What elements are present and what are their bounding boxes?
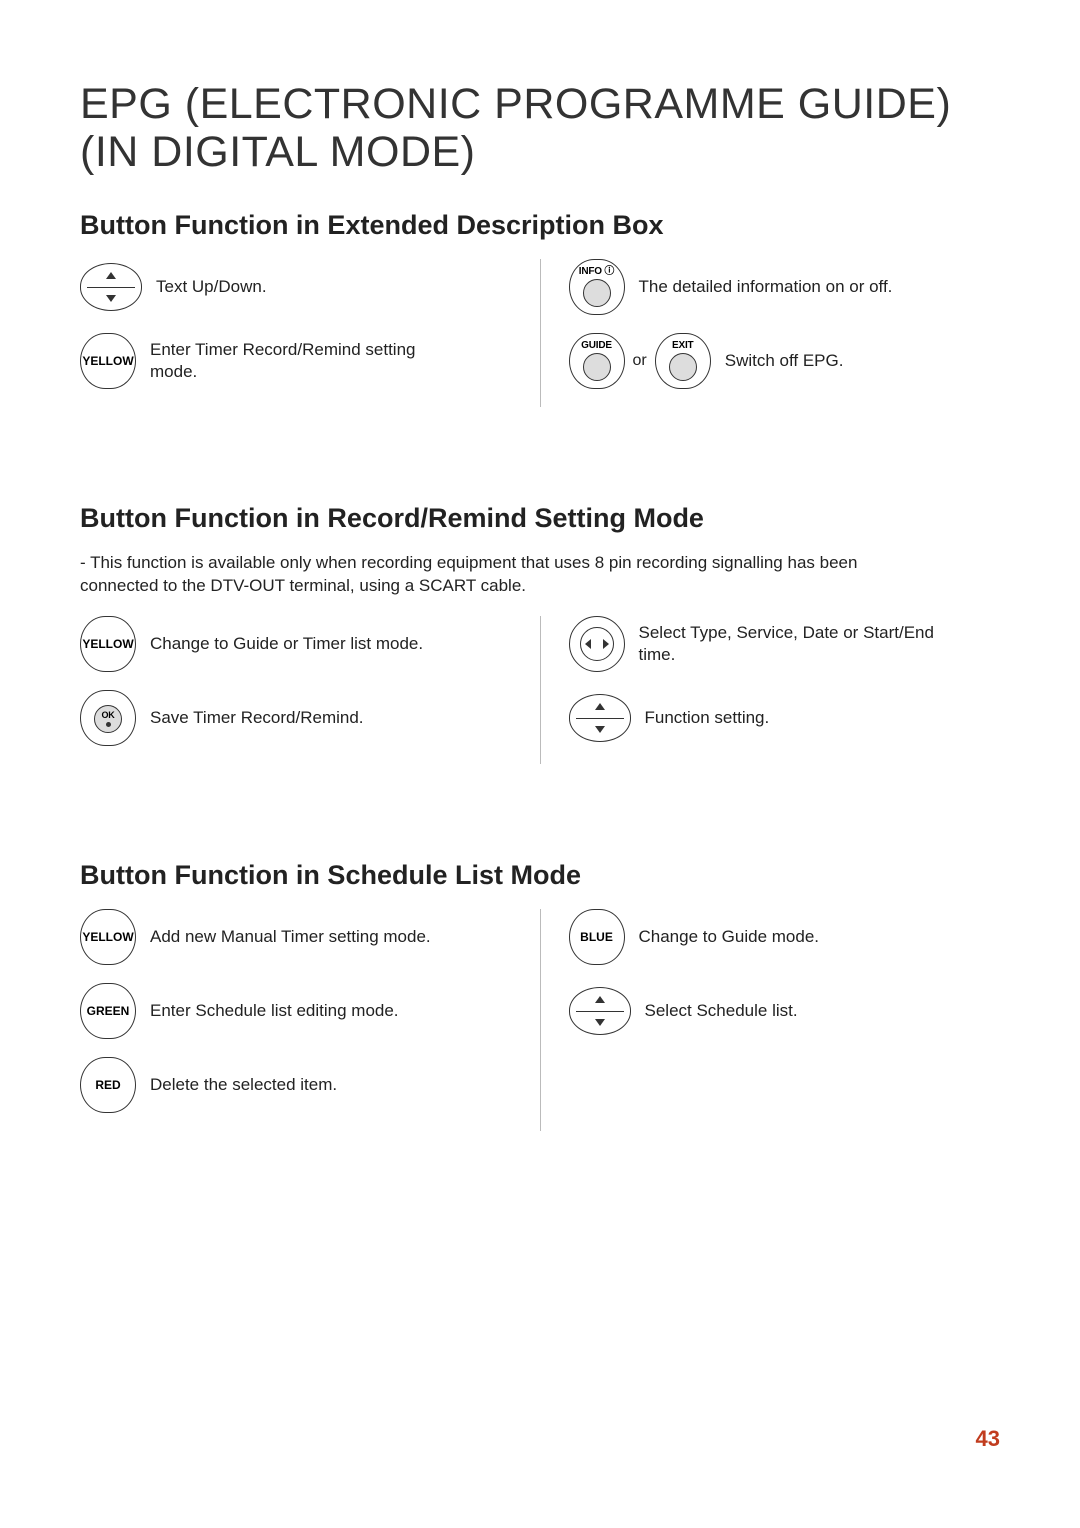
row-red-delete: RED Delete the selected item. [80, 1057, 512, 1113]
row-ok-save: OK Save Timer Record/Remind. [80, 690, 512, 746]
row-desc: Select Type, Service, Date or Start/End … [639, 622, 939, 666]
manual-page: EPG (ELECTRONIC PROGRAMME GUIDE) (IN DIG… [0, 0, 1080, 1528]
up-down-icon [80, 263, 142, 311]
row-desc: Delete the selected item. [150, 1074, 337, 1096]
row-desc: Enter Timer Record/Remind setting mode. [150, 339, 450, 383]
blue-button-icon: BLUE [569, 909, 625, 965]
row-desc: Change to Guide mode. [639, 926, 820, 948]
section-heading: Button Function in Schedule List Mode [80, 860, 1000, 891]
up-down-icon [569, 987, 631, 1035]
page-title: EPG (ELECTRONIC PROGRAMME GUIDE) (IN DIG… [80, 80, 1000, 176]
section-record-remind: Button Function in Record/Remind Setting… [80, 503, 1000, 764]
red-button-icon: RED [80, 1057, 136, 1113]
row-blue-guide: BLUE Change to Guide mode. [569, 909, 1001, 965]
yellow-button-icon: YELLOW [80, 909, 136, 965]
yellow-button-icon: YELLOW [80, 616, 136, 672]
ok-button-icon: OK [80, 690, 136, 746]
column-left: Text Up/Down. YELLOW Enter Timer Record/… [80, 259, 541, 407]
guide-button-icon: GUIDE [569, 333, 625, 389]
row-updown-select: Select Schedule list. [569, 983, 1001, 1039]
row-leftright-select: Select Type, Service, Date or Start/End … [569, 616, 1001, 672]
row-desc: Select Schedule list. [645, 1000, 798, 1022]
column-right: Select Type, Service, Date or Start/End … [541, 616, 1001, 764]
row-desc: Switch off EPG. [725, 350, 844, 372]
row-desc: The detailed information on or off. [639, 276, 893, 298]
row-desc: Enter Schedule list editing mode. [150, 1000, 399, 1022]
row-updown-function: Function setting. [569, 690, 1001, 746]
green-button-icon: GREEN [80, 983, 136, 1039]
left-right-icon [569, 616, 625, 672]
row-info: INFO ⓘ The detailed information on or of… [569, 259, 1001, 315]
up-down-icon [569, 694, 631, 742]
column-left: YELLOW Add new Manual Timer setting mode… [80, 909, 541, 1131]
column-right: BLUE Change to Guide mode. Select Schedu… [541, 909, 1001, 1131]
info-button-icon: INFO ⓘ [569, 259, 625, 315]
column-left: YELLOW Change to Guide or Timer list mod… [80, 616, 541, 764]
row-yellow-add: YELLOW Add new Manual Timer setting mode… [80, 909, 512, 965]
row-guide-exit: GUIDE or EXIT Switch off EPG. [569, 333, 1001, 389]
row-desc: Add new Manual Timer setting mode. [150, 926, 431, 948]
row-yellow-guide: YELLOW Change to Guide or Timer list mod… [80, 616, 512, 672]
title-line-1: EPG (ELECTRONIC PROGRAMME GUIDE) [80, 80, 951, 128]
page-number: 43 [976, 1426, 1000, 1452]
exit-button-icon: EXIT [655, 333, 711, 389]
yellow-button-icon: YELLOW [80, 333, 136, 389]
row-desc: Save Timer Record/Remind. [150, 707, 364, 729]
section-schedule-list: Button Function in Schedule List Mode YE… [80, 860, 1000, 1131]
column-right: INFO ⓘ The detailed information on or of… [541, 259, 1001, 407]
section-extended-description: Button Function in Extended Description … [80, 210, 1000, 407]
title-line-2: (IN DIGITAL MODE) [80, 128, 476, 176]
row-green-edit: GREEN Enter Schedule list editing mode. [80, 983, 512, 1039]
row-desc: Text Up/Down. [156, 276, 267, 298]
row-desc: Function setting. [645, 707, 770, 729]
section-heading: Button Function in Record/Remind Setting… [80, 503, 1000, 534]
or-text: or [633, 352, 647, 370]
row-yellow-timer: YELLOW Enter Timer Record/Remind setting… [80, 333, 512, 389]
section-heading: Button Function in Extended Description … [80, 210, 1000, 241]
section-note: - This function is available only when r… [80, 552, 920, 598]
row-text-updown: Text Up/Down. [80, 259, 512, 315]
row-desc: Change to Guide or Timer list mode. [150, 633, 423, 655]
